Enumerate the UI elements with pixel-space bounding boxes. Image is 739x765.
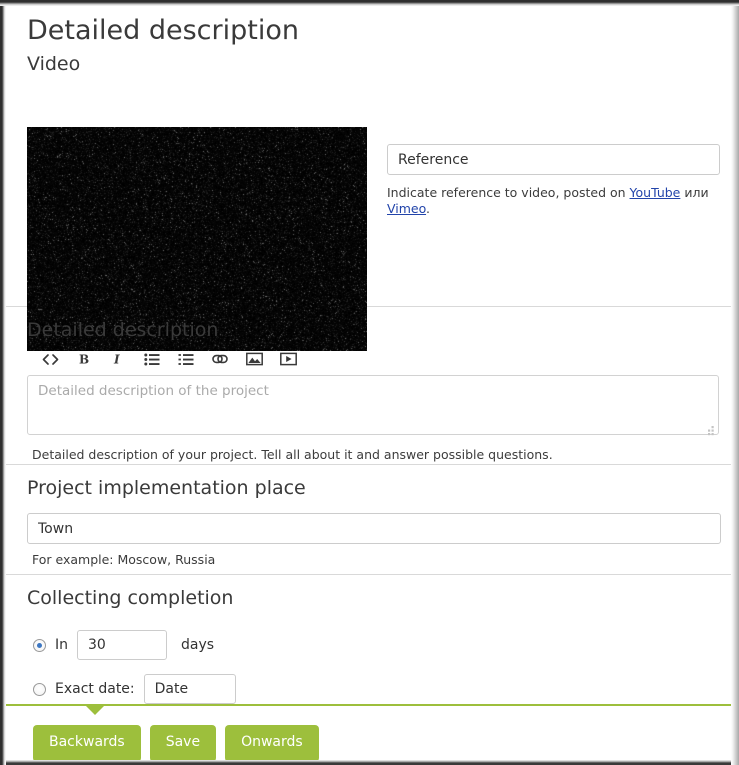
- onwards-button[interactable]: Onwards: [225, 725, 319, 760]
- place-section: Project implementation place For example…: [6, 465, 731, 574]
- days-suffix-label: days: [181, 637, 215, 653]
- collecting-completion-title: Collecting completion: [27, 587, 234, 609]
- code-icon[interactable]: [33, 349, 67, 369]
- video-section: Video Indicate reference to video, poste…: [6, 51, 731, 351]
- description-help: Detailed description of your project. Te…: [32, 447, 553, 462]
- video-reference-input[interactable]: [387, 144, 720, 175]
- editor-toolbar: B I: [33, 349, 731, 369]
- video-reference-column: Indicate reference to video, posted on Y…: [387, 144, 720, 217]
- video-reference-help: Indicate reference to video, posted on Y…: [387, 185, 720, 217]
- svg-text:I: I: [113, 353, 120, 367]
- label-in: In: [55, 637, 69, 653]
- backwards-button[interactable]: Backwards: [33, 725, 141, 760]
- bold-icon[interactable]: B: [67, 349, 101, 369]
- radio-in-days[interactable]: [33, 638, 46, 652]
- unordered-list-icon[interactable]: [135, 349, 169, 369]
- image-icon[interactable]: [237, 349, 271, 369]
- description-textarea[interactable]: [27, 375, 719, 435]
- radio-exact-date[interactable]: [33, 682, 46, 696]
- footer-green-rule: [6, 704, 731, 715]
- video-icon[interactable]: [271, 349, 305, 369]
- detailed-description-section: Detailed description B I Detailed descri…: [6, 307, 731, 464]
- place-help: For example: Moscow, Russia: [32, 552, 216, 567]
- form-footer: Backwards Save Onwards: [6, 704, 731, 760]
- ordered-list-icon[interactable]: [169, 349, 203, 369]
- days-input[interactable]: [77, 630, 168, 660]
- window-right-scrollbar[interactable]: [731, 6, 739, 765]
- video-help-conjunction: или: [680, 185, 709, 200]
- svg-text:B: B: [79, 353, 89, 367]
- place-title: Project implementation place: [27, 477, 306, 499]
- link-icon[interactable]: [203, 349, 237, 369]
- label-exact-date: Exact date:: [55, 681, 135, 697]
- italic-icon[interactable]: I: [101, 349, 135, 369]
- vimeo-link[interactable]: Vimeo: [387, 201, 426, 216]
- window-bottom-edge: [6, 760, 731, 765]
- collecting-option-in-row: In days: [33, 630, 731, 660]
- step-arrow-icon: [86, 706, 104, 715]
- description-textarea-wrap: [27, 375, 719, 439]
- browser-window: Detailed description Video Indicate refe…: [0, 0, 739, 765]
- exact-date-input[interactable]: [143, 674, 236, 704]
- collecting-completion-section: Collecting completion In days Exact date…: [6, 575, 731, 704]
- collecting-option-exact-row: Exact date:: [33, 674, 731, 704]
- footer-button-row: Backwards Save Onwards: [33, 725, 731, 760]
- youtube-link[interactable]: YouTube: [630, 185, 681, 200]
- place-input[interactable]: [27, 513, 721, 544]
- detailed-description-title: Detailed description: [27, 319, 219, 341]
- video-help-prefix: Indicate reference to video, posted on: [387, 185, 630, 200]
- place-input-wrap: [27, 513, 721, 544]
- video-help-suffix: .: [426, 201, 431, 216]
- save-button[interactable]: Save: [149, 725, 217, 760]
- form-page: Detailed description Video Indicate refe…: [6, 6, 731, 760]
- video-label: Video: [27, 53, 81, 75]
- page-title: Detailed description: [27, 15, 299, 46]
